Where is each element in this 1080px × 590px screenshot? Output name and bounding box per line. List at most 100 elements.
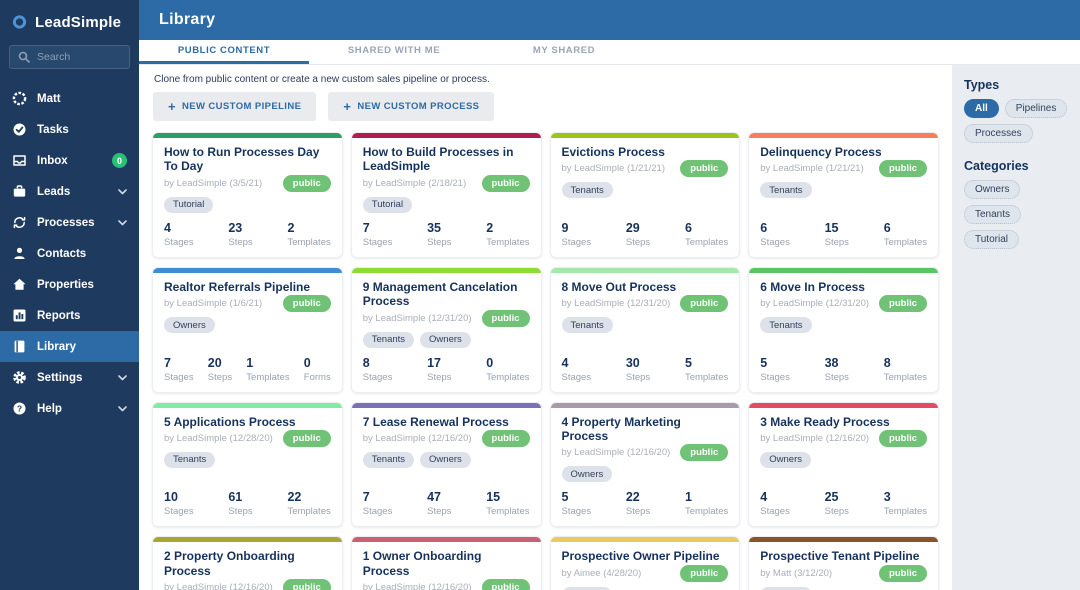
help-icon: ? <box>12 401 27 416</box>
card-stats: 4 Stages 25 Steps 3 Templates <box>760 490 927 517</box>
library-card[interactable]: Delinquency Process by LeadSimple (1/21/2… <box>749 133 938 257</box>
library-card[interactable]: 6 Move In Process by LeadSimple (12/31/20… <box>749 267 938 392</box>
brand-logo[interactable]: LeadSimple <box>0 0 139 40</box>
public-badge: public <box>481 309 530 327</box>
stat-templates: 8 Templates <box>884 356 927 383</box>
tab-shared-with-me[interactable]: SHARED WITH ME <box>309 40 479 64</box>
stat-stages: 4 Stages <box>562 356 592 383</box>
card-byline-row: by LeadSimple (1/21/21) public <box>760 160 927 178</box>
sidebar-item-tasks[interactable]: Tasks <box>0 114 139 145</box>
library-card[interactable]: Realtor Referrals Pipeline by LeadSimple … <box>153 267 342 392</box>
card-title: 4 Property Marketing Process <box>561 414 681 443</box>
type-filter-processes[interactable]: Processes <box>964 124 1033 143</box>
categories-heading: Categories <box>964 159 1029 173</box>
library-card[interactable]: Prospective Tenant Pipeline by Matt (3/12… <box>749 537 938 590</box>
sidebar-item-inbox[interactable]: Inbox 0 <box>0 145 139 176</box>
avatar-icon <box>12 91 27 106</box>
category-tag-tutorial: Tutorial <box>164 196 214 213</box>
card-title: How to Build Processes in LeadSimple <box>362 145 514 174</box>
card-title: 6 Move In Process <box>760 279 865 294</box>
category-tag-tenants: Tenants <box>362 451 415 468</box>
sidebar-item-library[interactable]: Library <box>0 331 139 362</box>
sidebar-item-reports[interactable]: Reports <box>0 300 139 331</box>
stat-templates: 2 Templates <box>486 221 529 248</box>
stat-value: 35 <box>427 220 442 235</box>
types-heading: Types <box>964 78 1000 92</box>
home-icon <box>12 277 27 292</box>
card-title: Evictions Process <box>561 145 665 159</box>
sidebar-item-properties[interactable]: Properties <box>0 269 139 300</box>
tasks-icon <box>12 122 27 137</box>
stat-label: Steps <box>427 506 452 518</box>
type-filter-all[interactable]: All <box>964 99 999 118</box>
category-filter-tutorial[interactable]: Tutorial <box>964 230 1019 249</box>
stat-stages: 8 Stages <box>363 356 393 383</box>
new-custom-process-button[interactable]: + NEW CUSTOM PROCESS <box>328 92 495 121</box>
search-icon <box>18 51 30 63</box>
library-card[interactable]: 9 Management Cancelation Process by LeadS… <box>351 267 541 392</box>
stat-label: Templates <box>684 236 729 248</box>
stat-label: Stages <box>760 236 790 248</box>
type-filter-pipelines[interactable]: Pipelines <box>1004 99 1068 118</box>
stat-value: 7 <box>362 220 370 235</box>
plus-icon: + <box>343 99 352 114</box>
sidebar-item-contacts[interactable]: Contacts <box>0 238 139 269</box>
stat-label: Templates <box>287 236 331 248</box>
card-tags: Tenants <box>760 182 927 199</box>
sidebar-item-processes[interactable]: Processes <box>0 207 139 238</box>
stat-value: 6 <box>883 220 891 235</box>
card-byline-row: by LeadSimple (3/5/21) public <box>164 174 331 192</box>
category-tag-tenants: Tenants <box>561 317 613 334</box>
plus-icon: + <box>168 99 176 114</box>
stat-value: 7 <box>164 355 171 370</box>
category-tag-owners: Owners <box>420 451 471 468</box>
new-custom-pipeline-button[interactable]: + NEW CUSTOM PIPELINE <box>153 92 317 121</box>
sidebar-item-settings[interactable]: Settings <box>0 362 139 393</box>
sidebar-item-leads[interactable]: Leads <box>0 176 139 207</box>
library-card[interactable]: 7 Lease Renewal Process by LeadSimple (12… <box>351 402 541 527</box>
sidebar-item-matt[interactable]: Matt <box>0 83 139 114</box>
library-card[interactable]: Prospective Owner Pipeline by Aimee (4/28… <box>550 537 740 590</box>
library-card[interactable]: 1 Owner Onboarding Process by LeadSimple … <box>351 537 541 590</box>
book-icon <box>12 339 27 354</box>
card-byline-row: by LeadSimple (12/16/20) public <box>760 429 927 447</box>
card-byline: by Aimee (4/28/20) <box>561 567 642 579</box>
action-buttons: + NEW CUSTOM PIPELINE + NEW CUSTOM PROCESS <box>153 92 938 121</box>
library-card[interactable]: 3 Make Ready Process by LeadSimple (12/16… <box>749 402 938 527</box>
search-input[interactable]: Search <box>9 45 130 69</box>
card-byline: by LeadSimple (3/5/21) <box>164 177 263 189</box>
category-filter-owners[interactable]: Owners <box>964 180 1021 199</box>
public-badge: public <box>481 579 530 590</box>
card-byline: by LeadSimple (1/21/21) <box>561 163 666 175</box>
sidebar-item-label: Reports <box>37 309 81 322</box>
library-card[interactable]: How to Build Processes in LeadSimple by L… <box>351 133 541 257</box>
stat-value: 10 <box>164 490 178 505</box>
card-byline: by LeadSimple (12/31/20) <box>760 298 870 310</box>
tab-public-content[interactable]: PUBLIC CONTENT <box>139 40 309 64</box>
library-card[interactable]: How to Run Processes Day To Day by LeadSi… <box>153 133 342 257</box>
public-badge: public <box>680 444 729 462</box>
person-icon <box>12 246 27 261</box>
library-card[interactable]: Evictions Process by LeadSimple (1/21/21)… <box>550 133 740 257</box>
library-card[interactable]: 5 Applications Process by LeadSimple (12/… <box>153 402 342 527</box>
category-tag-tenants: Tenants <box>760 182 812 199</box>
stat-steps: 17 Steps <box>427 356 451 383</box>
sidebar-item-help[interactable]: ? Help <box>0 393 139 424</box>
sidebar-item-label: Inbox <box>37 154 68 167</box>
card-tags: Owners <box>760 451 927 468</box>
inbox-icon <box>12 153 27 168</box>
stat-label: Stages <box>164 371 194 383</box>
card-tags: Owners <box>561 466 729 483</box>
library-card[interactable]: 2 Property Onboarding Process by LeadSimp… <box>153 537 342 590</box>
stat-stages: 5 Stages <box>760 356 790 383</box>
stat-templates: 15 Templates <box>486 490 529 517</box>
library-card[interactable]: 4 Property Marketing Process by LeadSimpl… <box>550 402 740 527</box>
tab-my-shared[interactable]: MY SHARED <box>479 40 649 64</box>
library-card[interactable]: 8 Move Out Process by LeadSimple (12/31/2… <box>550 267 740 392</box>
card-title: 1 Owner Onboarding Process <box>362 549 482 578</box>
card-body: Prospective Owner Pipeline by Aimee (4/28… <box>551 542 740 590</box>
sidebar-item-label: Contacts <box>37 247 87 260</box>
category-filter-tenants[interactable]: Tenants <box>964 205 1022 224</box>
card-title: 2 Property Onboarding Process <box>164 549 295 578</box>
card-tags: Tutorial <box>164 196 331 213</box>
